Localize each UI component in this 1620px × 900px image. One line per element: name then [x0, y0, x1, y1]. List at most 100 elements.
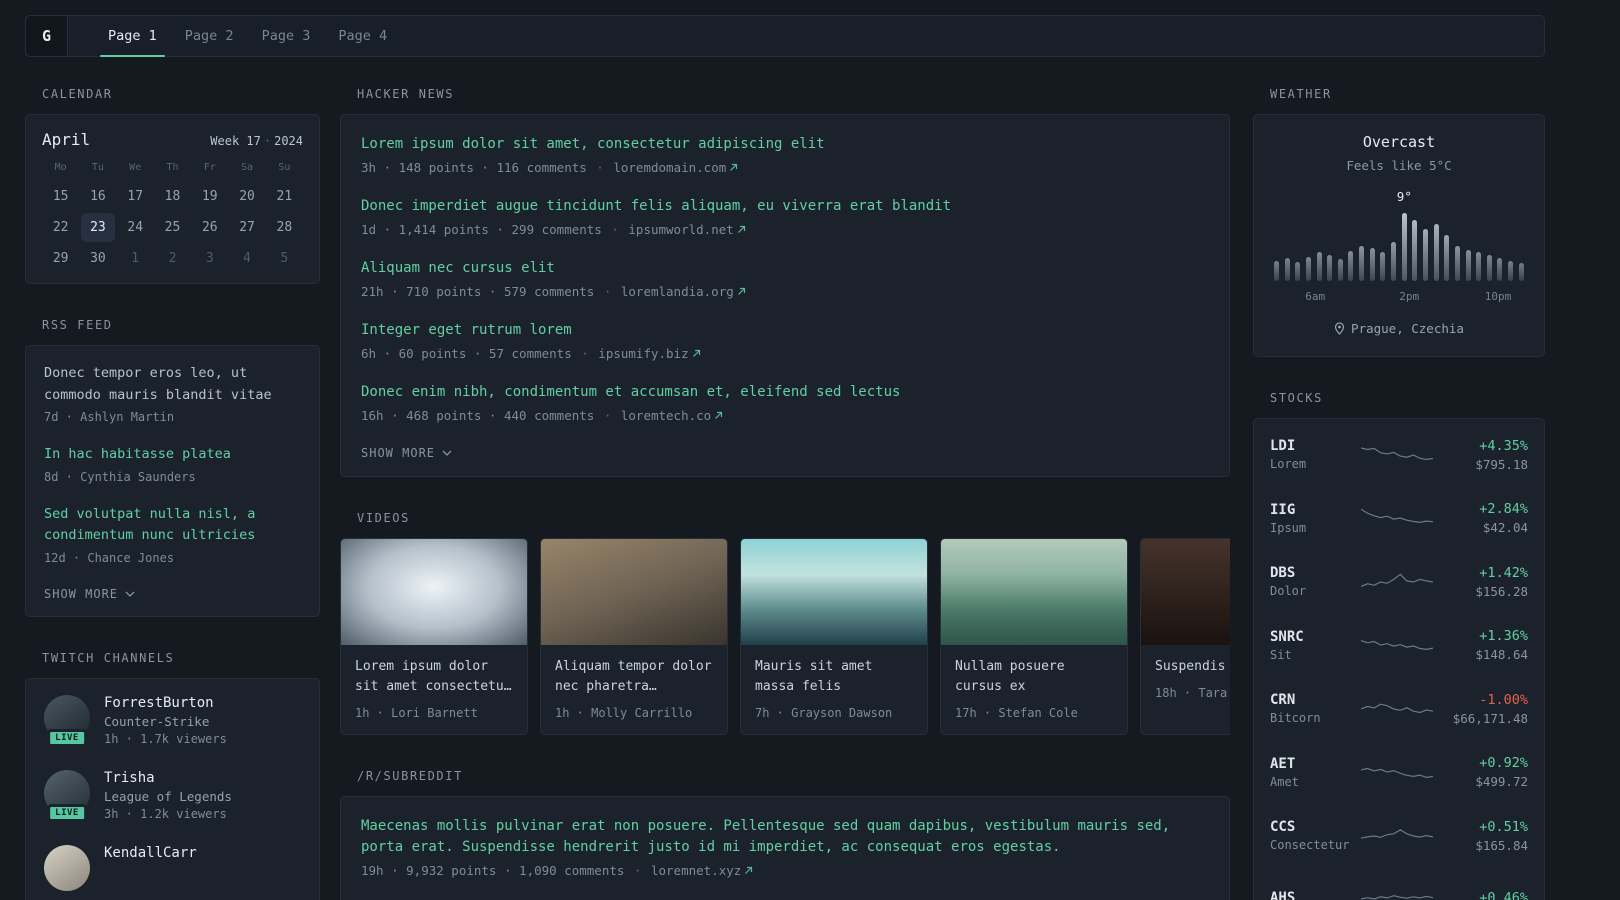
stock-name: Amet: [1270, 774, 1299, 789]
stock-name: Lorem: [1270, 457, 1307, 472]
page-tabs: Page 1 Page 2 Page 3 Page 4: [94, 16, 401, 57]
weather-location: Prague, Czechia: [1272, 321, 1526, 336]
weather-feels-like: Feels like 5°C: [1346, 158, 1452, 173]
rss-item-title[interactable]: Sed volutpat nulla nisl, a condimentum n…: [44, 504, 301, 547]
calendar-day-header: We: [129, 162, 142, 173]
separator-dot: ·: [596, 284, 619, 299]
weather-peak-temp: 9°: [1396, 189, 1412, 204]
twitch-avatar-wrap: LIVE: [44, 694, 90, 747]
calendar-day: 15: [52, 189, 69, 204]
hackernews-item-domain[interactable]: ipsumworld.net: [628, 222, 745, 237]
video-thumbnail: [1141, 539, 1230, 645]
video-thumbnail: [941, 539, 1127, 645]
rss-item-meta: 7d · Ashlyn Martin: [44, 410, 175, 425]
subreddit-item-title[interactable]: Maecenas mollis pulvinar erat non posuer…: [361, 816, 1209, 858]
hackernews-item-title[interactable]: Integer eget rutrum lorem: [361, 320, 1209, 341]
external-link-icon: [692, 346, 701, 361]
twitch-channel[interactable]: LIVE Trisha League of Legends 3h · 1.2k …: [44, 769, 301, 822]
stock-row[interactable]: LDI Lorem +4.35% $795.18: [1270, 423, 1528, 487]
stock-row[interactable]: AET Amet +0.92% $499.72: [1270, 741, 1528, 805]
twitch-avatar-wrap: LIVE: [44, 769, 90, 822]
stock-price: $42.04: [1482, 520, 1528, 536]
hackernews-show-more-button[interactable]: SHOW MORE: [361, 446, 452, 460]
stock-symbol: IIG: [1270, 501, 1296, 518]
rss-item-title[interactable]: Donec tempor eros leo, ut commodo mauris…: [44, 363, 301, 406]
stock-change: +4.35%: [1479, 437, 1528, 454]
separator-dot: ·: [603, 222, 627, 237]
page-tab[interactable]: Page 1: [94, 16, 171, 57]
rss-item-title[interactable]: In hac habitasse platea: [44, 444, 301, 466]
twitch-channel-info: Trisha League of Legends 3h · 1.2k viewe…: [104, 770, 232, 821]
video-card-body: Suspendis diam 18h · Tara: [1141, 645, 1230, 714]
twitch-channel[interactable]: LIVE ForrestBurton Counter-Strike 1h · 1…: [44, 694, 301, 747]
calendar-widget: CALENDAR April Week 17 · 2024 Mo Tu We Th Fr Sa…: [25, 87, 320, 284]
hackernews-item-title[interactable]: Aliquam nec cursus elit: [361, 258, 1209, 279]
calendar-day-header: Tu: [91, 162, 104, 173]
stock-values: +1.42% $156.28: [1440, 565, 1528, 599]
hackernews-item-title[interactable]: Donec imperdiet augue tincidunt felis al…: [361, 196, 1209, 217]
hackernews-item-domain[interactable]: loremlandia.org: [621, 284, 746, 299]
stock-row[interactable]: DBS Dolor +1.42% $156.28: [1270, 550, 1528, 614]
stock-change: +2.84%: [1479, 501, 1528, 518]
stock-row[interactable]: CCS Consectetur +0.51% $165.84: [1270, 804, 1528, 868]
stock-identity: CCS Consectetur: [1270, 819, 1354, 852]
video-title: Aliquam tempor dolor nec pharetra…: [555, 659, 712, 695]
hackernews-item: Donec imperdiet augue tincidunt felis al…: [361, 196, 1209, 237]
video-card[interactable]: Mauris sit amet massa felis 7h · Grayson…: [740, 538, 928, 736]
calendar-day: 17: [127, 189, 144, 204]
app-logo[interactable]: G: [26, 16, 68, 56]
domain-label: ipsumworld.net: [628, 222, 734, 237]
calendar-day-header: Su: [278, 162, 291, 173]
video-card-body: Aliquam tempor dolor nec pharetra… 1h · …: [541, 645, 727, 734]
calendar-day-headers: Mo Tu We Th Fr Sa Su: [42, 162, 303, 182]
video-card[interactable]: Nullam posuere cursus ex 17h · Stefan Co…: [940, 538, 1128, 736]
video-card-body: Nullam posuere cursus ex 17h · Stefan Co…: [941, 645, 1127, 734]
stock-symbol: DBS: [1270, 565, 1296, 582]
video-card[interactable]: Aliquam tempor dolor nec pharetra… 1h · …: [540, 538, 728, 736]
video-card[interactable]: Suspendis diam 18h · Tara: [1140, 538, 1230, 736]
hackernews-widget: HACKER NEWS Lorem ipsum dolor sit amet, …: [340, 87, 1230, 477]
hackernews-item-title[interactable]: Donec enim nibh, condimentum et accumsan…: [361, 382, 1209, 403]
left-column: CALENDAR April Week 17 · 2024 Mo Tu We Th Fr Sa…: [25, 87, 320, 900]
rss-item-meta: 8d · Cynthia Saunders: [44, 469, 196, 484]
page-tab[interactable]: Page 4: [324, 16, 401, 56]
video-thumbnail: [341, 539, 527, 645]
hackernews-item-title[interactable]: Lorem ipsum dolor sit amet, consectetur …: [361, 134, 1209, 155]
twitch-section-title: TWITCH CHANNELS: [42, 650, 175, 665]
twitch-channel-info: KendallCarr: [104, 845, 197, 891]
page-tab[interactable]: Page 2: [171, 16, 248, 56]
stock-row[interactable]: SNRC Sit +1.36% $148.64: [1270, 614, 1528, 678]
stock-row[interactable]: IIG Ipsum +2.84% $42.04: [1270, 487, 1528, 551]
hackernews-item-domain[interactable]: loremdomain.com: [613, 160, 738, 175]
stock-name: Ipsum: [1270, 520, 1307, 535]
stock-row[interactable]: CRN Bitcorn -1.00% $66,171.48: [1270, 677, 1528, 741]
hackernews-item-domain[interactable]: loremtech.co: [621, 408, 723, 423]
hackernews-item-meta: 16h · 468 points · 440 comments · loremt…: [361, 408, 1209, 423]
subreddit-item-domain[interactable]: loremnet.xyz: [651, 863, 753, 878]
stock-values: +4.35% $795.18: [1440, 438, 1528, 472]
domain-label: ipsumify.biz: [598, 346, 689, 361]
calendar-day-header: Th: [166, 162, 179, 173]
page-tab[interactable]: Page 3: [248, 16, 325, 56]
stock-sparkline: [1354, 886, 1440, 900]
stock-sparkline: [1354, 823, 1440, 849]
rss-item: Donec tempor eros leo, ut commodo mauris…: [44, 363, 301, 424]
calendar-day: 1: [131, 251, 140, 266]
calendar-year: 2024: [274, 134, 303, 148]
rss-item: In hac habitasse platea 8d · Cynthia Sau…: [44, 444, 301, 484]
stock-identity: IIG Ipsum: [1270, 502, 1354, 535]
video-thumbnail: [541, 539, 727, 645]
show-more-label: SHOW MORE: [361, 446, 436, 460]
rss-show-more-button[interactable]: SHOW MORE: [44, 587, 135, 601]
twitch-channel[interactable]: KendallCarr: [44, 844, 301, 891]
video-card[interactable]: Lorem ipsum dolor sit amet consectetu… 1…: [340, 538, 528, 736]
stock-row[interactable]: AHS +0.46%: [1270, 868, 1528, 900]
hackernews-item-domain[interactable]: ipsumify.biz: [598, 346, 700, 361]
video-meta: 18h · Tara: [1155, 686, 1228, 701]
stocks-widget: STOCKS LDI Lorem +4.35% $795.18 IIG Ipsu…: [1253, 391, 1545, 900]
stock-change: +0.51%: [1479, 818, 1528, 835]
hackernews-item: Integer eget rutrum lorem 6h · 60 points…: [361, 320, 1209, 361]
stock-change: +0.92%: [1479, 755, 1528, 772]
calendar-day-header: Fr: [203, 162, 216, 173]
subreddit-item: Maecenas mollis pulvinar erat non posuer…: [361, 816, 1209, 878]
